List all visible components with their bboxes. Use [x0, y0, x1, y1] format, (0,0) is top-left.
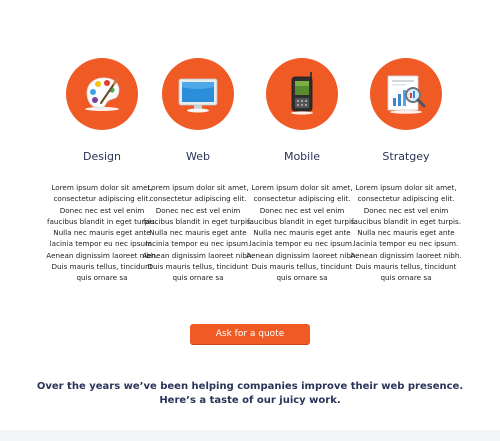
- service-title: Stratgey: [382, 150, 430, 163]
- monitor-icon: [178, 78, 218, 113]
- tagline: Over the years we’ve been helping compan…: [0, 380, 500, 408]
- service-title: Mobile: [283, 150, 321, 163]
- chart-magnifier-icon: [387, 75, 426, 114]
- strategy-circle: [370, 58, 442, 130]
- service-description: Lorem ipsum dolor sit amet, consectetur …: [246, 183, 358, 283]
- palette-icon: [85, 77, 120, 111]
- service-title: Web: [186, 150, 210, 163]
- service-description: Lorem ipsum dolor sit amet, consectetur …: [142, 183, 254, 283]
- web-circle: [162, 58, 234, 130]
- tagline-line-1: Over the years we’ve been helping compan…: [36, 381, 464, 392]
- design-circle: [66, 58, 138, 130]
- footer-strip: [0, 430, 500, 441]
- tagline-line-2: Here’s a taste of our juicy work.: [159, 395, 341, 406]
- mobile-circle: [266, 58, 338, 130]
- service-description: Lorem ipsum dolor sit amet, consectetur …: [350, 183, 462, 283]
- ask-quote-button[interactable]: Ask for a quote: [190, 324, 310, 344]
- phone-icon: [291, 72, 313, 115]
